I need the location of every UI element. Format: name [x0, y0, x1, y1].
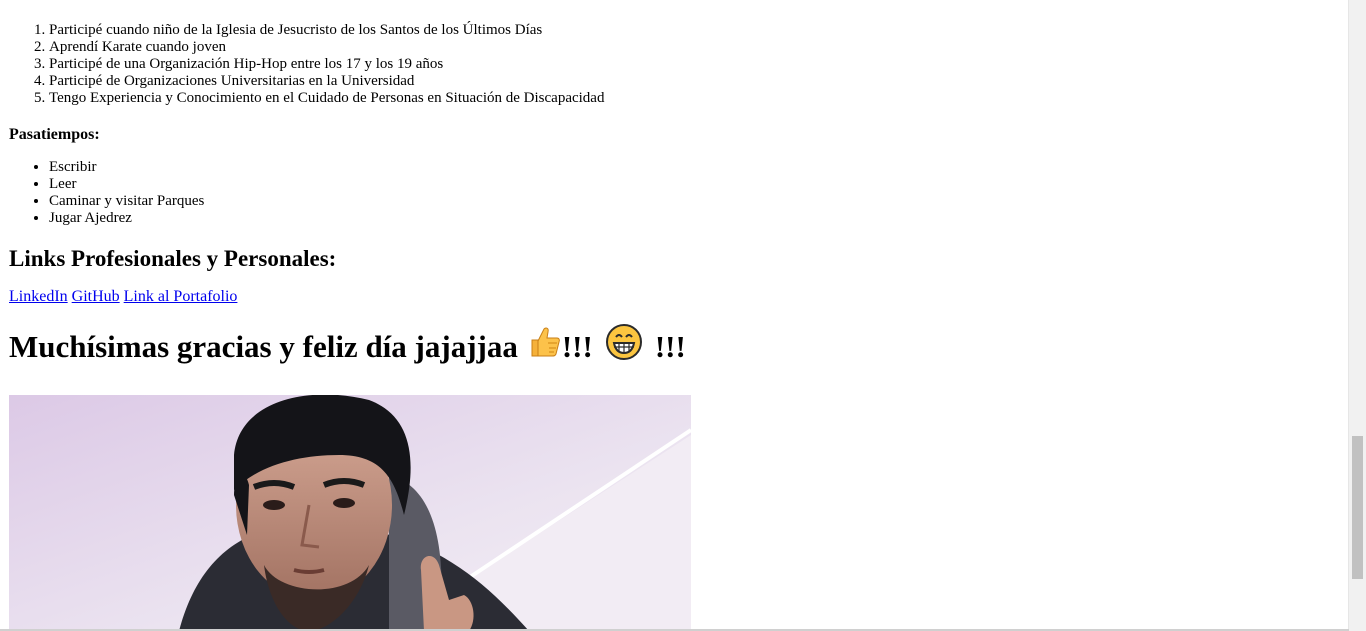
thanks-heading: Muchísimas gracias y feliz día jajajjaa …	[9, 323, 1339, 369]
portfolio-link[interactable]: Link al Portafolio	[124, 288, 238, 305]
list-item: Tengo Experiencia y Conocimiento en el C…	[49, 90, 1339, 107]
links-row: LinkedIn GitHub Link al Portafolio	[9, 287, 1339, 307]
page-content: Participé cuando niño de la Iglesia de J…	[9, 0, 1339, 369]
grinning-face-icon	[605, 323, 643, 369]
list-item: Leer	[49, 176, 1339, 193]
list-item: Participé de una Organización Hip-Hop en…	[49, 56, 1339, 73]
profile-photo	[9, 395, 691, 631]
experience-list: Participé cuando niño de la Iglesia de J…	[9, 22, 1339, 107]
list-item: Participé cuando niño de la Iglesia de J…	[49, 22, 1339, 39]
exclamations-1: !!!	[561, 328, 593, 364]
scrollbar-thumb[interactable]	[1352, 436, 1363, 579]
vertical-scrollbar[interactable]	[1348, 0, 1366, 631]
linkedin-link[interactable]: LinkedIn	[9, 288, 68, 305]
links-title: Links Profesionales y Personales:	[9, 246, 337, 271]
exclamations-2: !!!	[654, 328, 686, 364]
hobbies-list: Escribir Leer Caminar y visitar Parques …	[9, 159, 1339, 227]
list-item: Escribir	[49, 159, 1339, 176]
thanks-text: Muchísimas gracias y feliz día jajajjaa	[9, 328, 518, 364]
thumbs-up-icon	[528, 325, 562, 367]
list-item: Participé de Organizaciones Universitari…	[49, 73, 1339, 90]
list-item: Aprendí Karate cuando joven	[49, 39, 1339, 56]
list-item: Jugar Ajedrez	[49, 210, 1339, 227]
github-link[interactable]: GitHub	[72, 288, 120, 305]
hobbies-title: Pasatiempos:	[9, 126, 100, 143]
list-item: Caminar y visitar Parques	[49, 193, 1339, 210]
